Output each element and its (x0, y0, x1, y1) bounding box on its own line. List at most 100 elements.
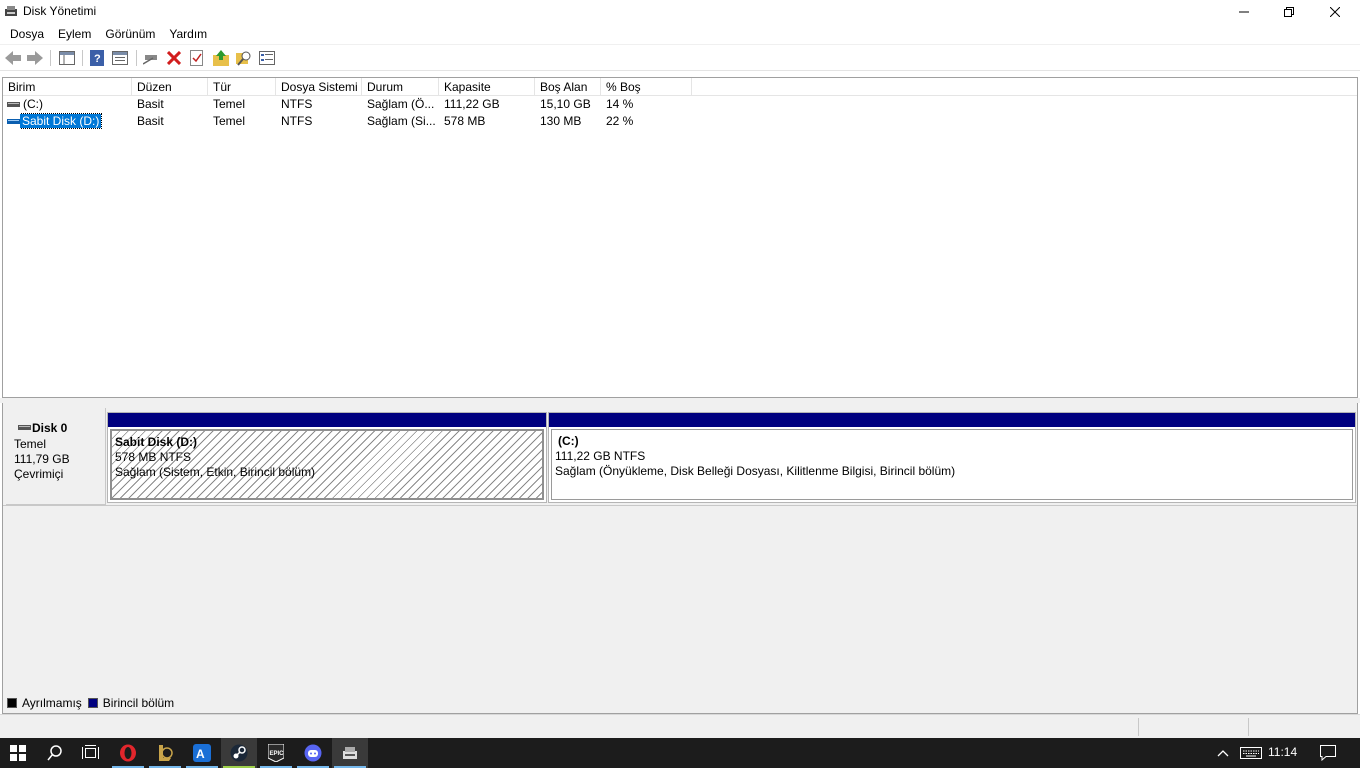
restore-button[interactable] (1266, 0, 1312, 23)
restore-icon (1284, 6, 1294, 17)
column-header-durum[interactable]: Durum (362, 78, 439, 96)
taskbar-search-button[interactable] (37, 738, 73, 768)
cell-yuzde-bos: 22 % (606, 114, 634, 128)
league-icon (159, 745, 173, 761)
keyboard-button[interactable] (1238, 738, 1264, 768)
status-cell (1138, 718, 1248, 736)
disk-graph-pane[interactable]: Disk 0 Temel 111,79 GB Çevrimiçi Sabit D… (2, 403, 1358, 714)
windows-start-icon (10, 745, 26, 761)
legend-swatch-unallocated (7, 697, 17, 708)
keyboard-icon (1240, 747, 1262, 759)
connect-disk-button[interactable] (142, 49, 160, 67)
search-button[interactable] (235, 49, 253, 67)
disk-size: 111,79 GB (14, 452, 70, 466)
up-folder-button[interactable] (212, 49, 230, 67)
column-header-birim[interactable]: Birim (3, 78, 132, 96)
task-view-button[interactable] (73, 738, 109, 768)
partition-size: 111,22 GB NTFS (555, 449, 646, 463)
toolbar-separator (136, 50, 137, 66)
hard-drive-icon (7, 102, 20, 107)
toolbar-separator (50, 50, 51, 66)
forward-button[interactable] (26, 49, 44, 67)
taskbar-app-opera[interactable] (110, 738, 146, 768)
up-folder-icon (213, 50, 229, 66)
check-button[interactable] (188, 49, 206, 67)
column-header-bos-alan[interactable]: Boş Alan (535, 78, 601, 96)
column-header-duzen[interactable]: Düzen (132, 78, 208, 96)
cell-bos-alan: 130 MB (540, 114, 582, 128)
menu-gorunum[interactable]: Görünüm (98, 24, 162, 44)
properties-button[interactable] (111, 49, 129, 67)
cell-bos-alan: 15,10 GB (540, 97, 591, 111)
disk-name: Disk 0 (32, 421, 68, 435)
help-button[interactable]: ? (88, 49, 106, 67)
table-row[interactable]: (C:) Basit Temel NTFS Sağlam (Ö... 111,2… (3, 96, 1357, 113)
legend: Ayrılmamış Birincil bölüm (2, 693, 1358, 712)
svg-text:EPIC: EPIC (270, 751, 285, 757)
cell-birim: (C:) (23, 97, 43, 111)
clock[interactable]: 11:14 (1268, 745, 1297, 759)
app-a-icon: A (193, 744, 211, 762)
action-center-button[interactable] (1314, 738, 1342, 768)
svg-text:A: A (196, 747, 205, 761)
column-header-yuzde-bos[interactable]: % Boş (601, 78, 692, 96)
svg-text:?: ? (94, 53, 101, 65)
cell-durum: Sağlam (Si... (367, 114, 436, 128)
legend-swatch-primary (87, 697, 98, 708)
column-header-dosya-sistemi[interactable]: Dosya Sistemi (276, 78, 362, 96)
check-icon (190, 50, 203, 66)
back-button[interactable] (4, 49, 22, 67)
taskbar-app-disk-management[interactable] (332, 738, 368, 768)
status-bar (0, 714, 1360, 738)
settings-list-button[interactable] (258, 49, 276, 67)
legend-label-unallocated: Ayrılmamış (22, 695, 82, 710)
divider (3, 505, 1357, 506)
taskbar-app-a[interactable]: A (184, 738, 220, 768)
connect-disk-icon (143, 55, 157, 65)
start-button[interactable] (0, 738, 36, 768)
taskbar-app-discord[interactable] (295, 738, 331, 768)
partition-status: Sağlam (Önyükleme, Disk Belleği Dosyası,… (555, 464, 956, 478)
menu-bar: Dosya Eylem Görünüm Yardım (0, 23, 1360, 45)
opera-icon (120, 744, 136, 762)
partition-c[interactable]: (C:) 111,22 GB NTFS Sağlam (Önyükleme, D… (548, 412, 1356, 503)
search-icon (236, 51, 251, 66)
hard-drive-icon (7, 119, 20, 124)
cell-tur: Temel (213, 97, 246, 111)
volume-list[interactable]: Birim Düzen Tür Dosya Sistemi Durum Kapa… (2, 77, 1358, 398)
menu-yardim[interactable]: Yardım (162, 24, 214, 44)
column-header-tur[interactable]: Tür (208, 78, 276, 96)
column-headers: Birim Düzen Tür Dosya Sistemi Durum Kapa… (3, 78, 1357, 96)
cell-durum: Sağlam (Ö... (367, 97, 435, 111)
partition-bar (108, 413, 546, 427)
toolbar-separator (82, 50, 83, 66)
delete-button[interactable] (165, 49, 183, 67)
cell-duzen: Basit (137, 97, 164, 111)
menu-eylem[interactable]: Eylem (51, 24, 98, 44)
search-icon (47, 745, 62, 761)
task-view-icon (82, 745, 99, 759)
taskbar-app-league[interactable] (147, 738, 183, 768)
discord-icon (304, 744, 322, 762)
taskbar-app-steam[interactable] (221, 738, 257, 768)
disk-status: Çevrimiçi (14, 467, 64, 481)
delete-icon (167, 51, 181, 65)
console-tree-button[interactable] (58, 49, 76, 67)
partition-d[interactable]: Sabit Disk (D:) 578 MB NTFS Sağlam (Sist… (107, 412, 547, 503)
epic-games-icon: EPIC (268, 744, 284, 762)
disk-management-icon (5, 6, 17, 16)
steam-icon (230, 744, 248, 762)
table-row-selected[interactable]: Sabit Disk (D:) Basit Temel NTFS Sağlam … (3, 113, 1357, 130)
tray-overflow-button[interactable] (1212, 738, 1234, 768)
partition-status: Sağlam (Sistem, Etkin, Birincil bölüm) (115, 465, 316, 479)
taskbar-app-epic[interactable]: EPIC (258, 738, 294, 768)
minimize-button[interactable] (1221, 0, 1267, 23)
close-button[interactable] (1312, 0, 1358, 23)
cell-kapasite: 578 MB (444, 114, 486, 128)
menu-dosya[interactable]: Dosya (3, 24, 51, 44)
chevron-up-icon (1217, 750, 1229, 757)
column-header-kapasite[interactable]: Kapasite (439, 78, 535, 96)
taskbar: A EPIC 11:14 (0, 738, 1360, 768)
disk-info-box[interactable]: Disk 0 Temel 111,79 GB Çevrimiçi (6, 408, 106, 505)
properties-icon (112, 51, 128, 65)
